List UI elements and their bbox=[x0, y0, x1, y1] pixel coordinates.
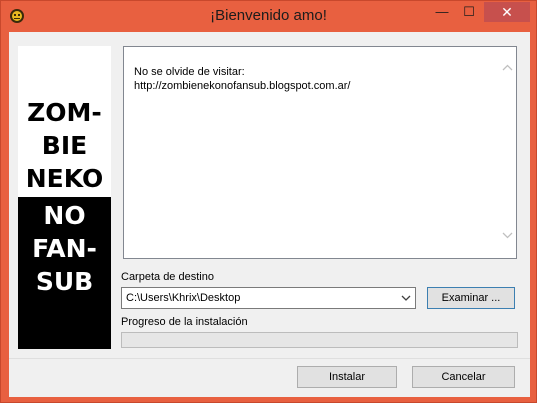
banner-line: ZOM- bbox=[27, 98, 102, 127]
destination-value: C:\Users\Khrix\Desktop bbox=[126, 292, 241, 304]
browse-button[interactable]: Examinar ... bbox=[427, 287, 515, 309]
message-textbox[interactable]: No se olvide de visitar: http://zombiene… bbox=[123, 46, 517, 259]
close-button[interactable]: ✕ bbox=[484, 2, 530, 22]
scroll-up-icon[interactable] bbox=[501, 61, 514, 74]
install-button[interactable]: Instalar bbox=[297, 366, 397, 388]
title-bar[interactable]: ¡Bienvenido amo! — ☐ ✕ bbox=[1, 1, 536, 31]
minimize-button[interactable]: — bbox=[429, 2, 455, 22]
banner-line: NO bbox=[43, 201, 86, 230]
vertical-scrollbar[interactable] bbox=[499, 47, 516, 258]
message-text: No se olvide de visitar: http://zombiene… bbox=[134, 65, 494, 93]
message-url: http://zombienekonofansub.blogspot.com.a… bbox=[134, 80, 351, 92]
fansub-banner: ZOM- BIE NEKO NO FAN- SUB bbox=[18, 46, 111, 349]
progress-label: Progreso de la instalación bbox=[121, 316, 248, 328]
banner-line: SUB bbox=[35, 267, 94, 296]
scroll-down-icon[interactable] bbox=[501, 229, 514, 242]
destination-combobox[interactable]: C:\Users\Khrix\Desktop bbox=[121, 287, 416, 309]
installer-window: ¡Bienvenido amo! — ☐ ✕ ZOM- BIE NEKO NO … bbox=[0, 0, 537, 403]
banner-line: NEKO bbox=[25, 164, 104, 193]
install-progress-bar bbox=[121, 332, 518, 348]
client-area: ZOM- BIE NEKO NO FAN- SUB No se olvide d… bbox=[9, 32, 530, 358]
maximize-button[interactable]: ☐ bbox=[456, 2, 482, 22]
message-line: No se olvide de visitar: bbox=[134, 66, 245, 78]
banner-line: BIE bbox=[41, 131, 88, 160]
banner-bottom: NO FAN- SUB bbox=[18, 197, 111, 349]
banner-line: FAN- bbox=[32, 234, 97, 263]
chevron-down-icon[interactable] bbox=[399, 290, 413, 306]
footer-bar: Instalar Cancelar bbox=[9, 358, 530, 397]
cancel-button[interactable]: Cancelar bbox=[412, 366, 515, 388]
banner-top: ZOM- BIE NEKO bbox=[18, 46, 111, 197]
destination-label: Carpeta de destino bbox=[121, 271, 214, 283]
